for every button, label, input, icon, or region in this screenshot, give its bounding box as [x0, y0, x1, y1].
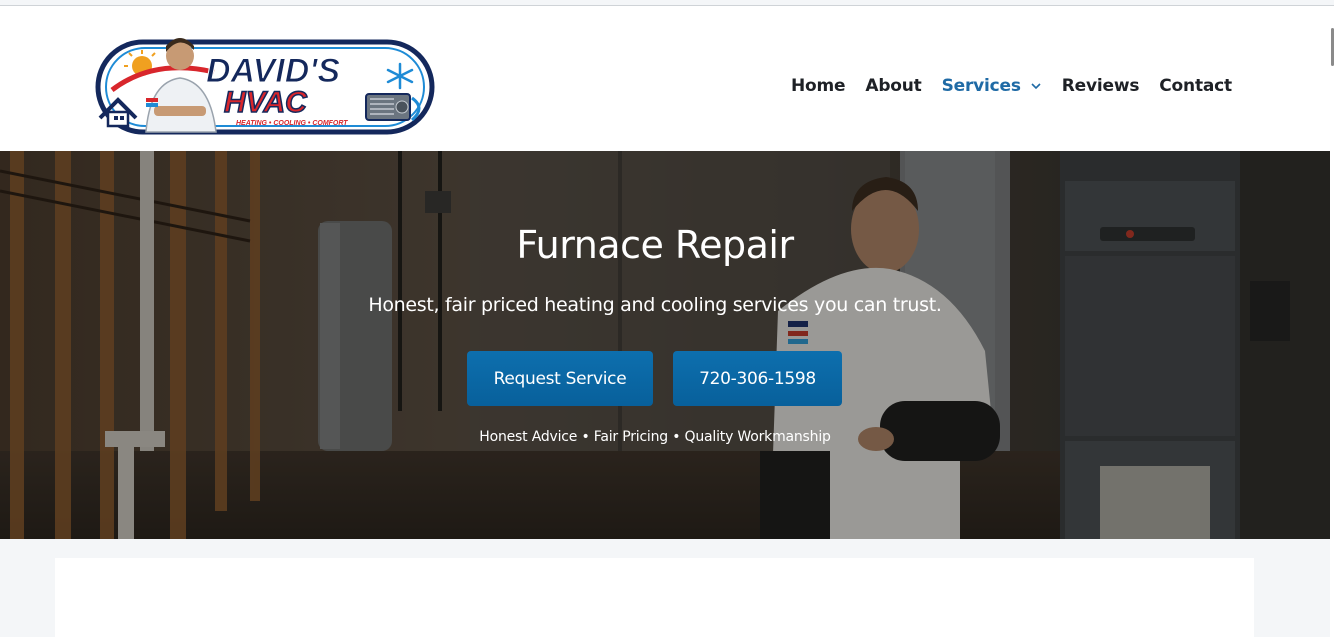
logo-brand-text: HVAC: [224, 86, 308, 119]
nav-reviews[interactable]: Reviews: [1061, 76, 1140, 96]
hero-banner: Furnace Repair Honest, fair priced heati…: [0, 151, 1330, 539]
nav-contact-label: Contact: [1159, 76, 1232, 96]
hero-overlay: [0, 151, 1330, 539]
nav-services-label: Services: [941, 76, 1021, 96]
logo-tagline-text: HEATING • COOLING • COMFORT: [236, 120, 348, 127]
logo-image: DAVID'S HVAC HEATING • COOLING • COMFORT: [95, 38, 435, 135]
nav-about-label: About: [865, 76, 922, 96]
nav-home-label: Home: [791, 76, 846, 96]
request-service-button[interactable]: Request Service: [467, 351, 653, 406]
nav-home[interactable]: Home: [791, 76, 846, 96]
content-card: [55, 558, 1254, 637]
main-nav: Home About Services Reviews Contact: [791, 74, 1252, 98]
chevron-down-icon[interactable]: [1030, 80, 1042, 92]
hero-tagline: Honest Advice • Fair Pricing • Quality W…: [479, 429, 831, 445]
scrollbar[interactable]: [1330, 6, 1334, 637]
nav-contact[interactable]: Contact: [1159, 76, 1232, 96]
phone-call-button[interactable]: 720-306-1598: [673, 351, 842, 406]
site-header: DAVID'S HVAC HEATING • COOLING • COMFORT…: [0, 6, 1330, 151]
nav-services[interactable]: Services: [942, 76, 1042, 96]
site-logo[interactable]: DAVID'S HVAC HEATING • COOLING • COMFORT: [94, 28, 436, 138]
logo-name-text: DAVID'S: [206, 52, 340, 90]
nav-reviews-label: Reviews: [1061, 76, 1140, 96]
hero-subtitle: Honest, fair priced heating and cooling …: [368, 294, 942, 316]
nav-about[interactable]: About: [865, 76, 921, 96]
hero-title: Furnace Repair: [516, 223, 794, 267]
